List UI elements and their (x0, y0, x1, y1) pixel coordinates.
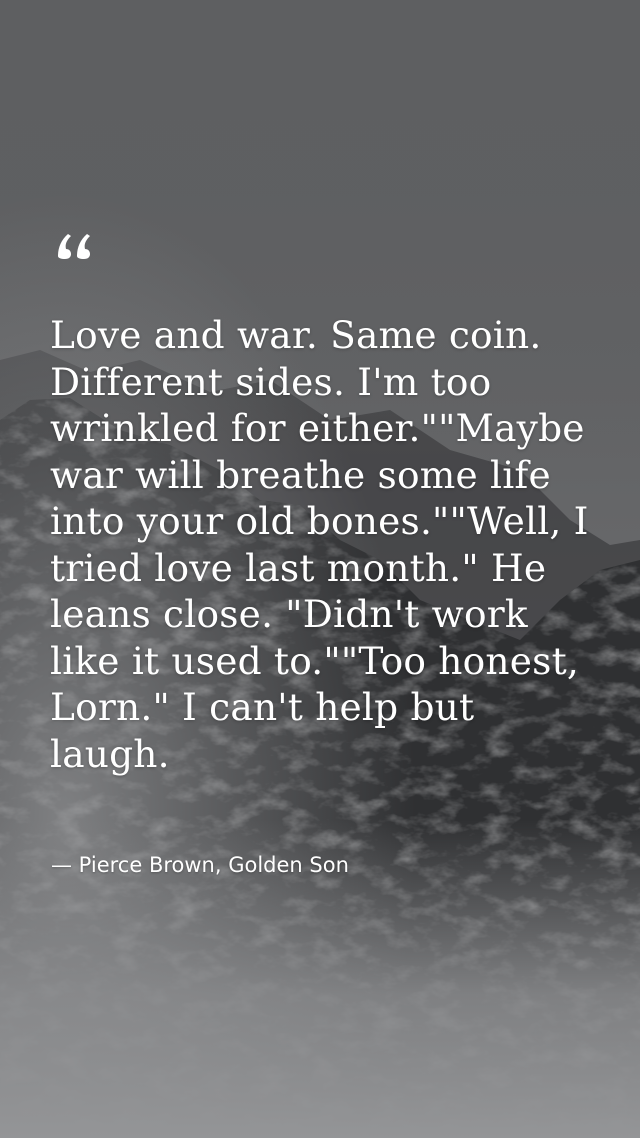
quote-card: Love and war. Same coin. Different sides… (0, 0, 640, 1138)
quote-attribution: — Pierce Brown, Golden Son (51, 853, 349, 877)
quote-text: Love and war. Same coin. Different sides… (50, 313, 589, 776)
opening-quotation-mark-icon (58, 234, 90, 259)
